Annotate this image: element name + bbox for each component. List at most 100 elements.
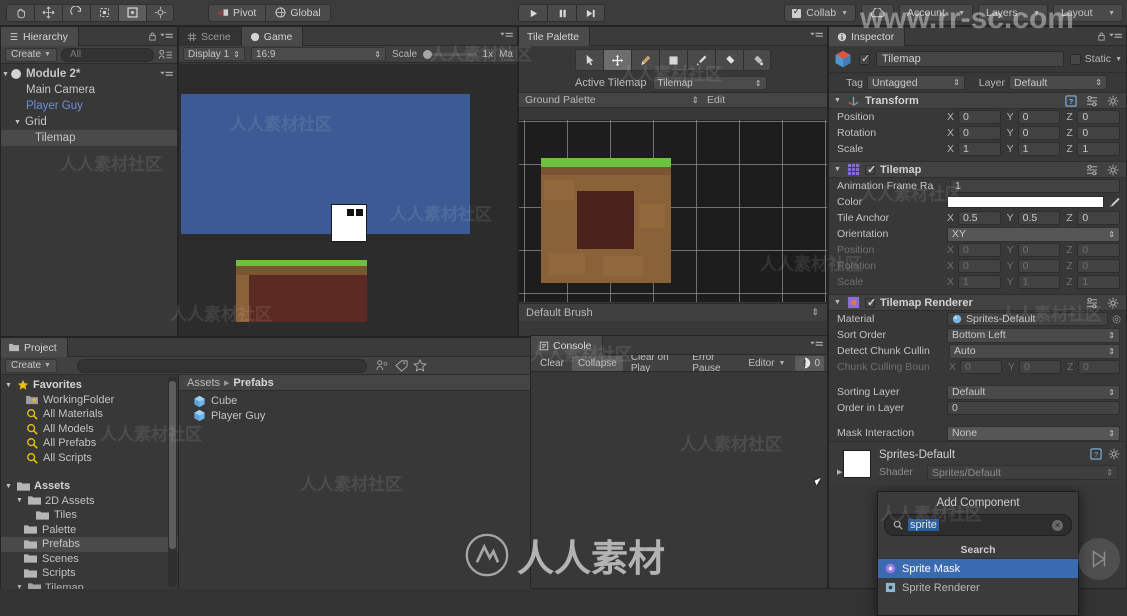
rotation-z-input[interactable]: 0 [1077,126,1121,140]
tile-anchor-y-input[interactable]: 0.5 [1017,211,1061,225]
tab-game[interactable]: Game [241,27,304,46]
menu-icon[interactable] [160,70,173,79]
star-filter-icon[interactable] [413,359,427,372]
menu-icon[interactable] [160,32,173,41]
add-component-result-sprite-mask[interactable]: Sprite Mask [878,559,1078,578]
scale-tool-icon[interactable] [90,3,118,22]
aspect-dropdown[interactable]: 16:9 ⇕ [251,47,386,61]
scale-z-input[interactable]: 1 [1077,142,1121,156]
pause-button-icon[interactable] [547,4,576,22]
console-error-pause-button[interactable]: Error Pause [686,352,740,374]
renderer-enabled-checkbox[interactable] [865,296,876,309]
preset-icon[interactable] [1086,95,1098,107]
sort-order-dropdown[interactable]: Bottom Left ⇕ [947,327,1120,343]
position-x-input[interactable]: 0 [958,110,1001,124]
project-tree-tiles[interactable]: Tiles [1,508,178,523]
chevron-right-icon[interactable]: ▶ [837,468,842,476]
chevron-down-icon[interactable] [15,584,24,589]
hierarchy-item-grid[interactable]: Grid [1,114,177,130]
hand-tool-icon[interactable] [6,3,34,22]
console-clear-on-play-button[interactable]: Clear on Play [625,352,684,374]
material-select-icon[interactable]: ◎ [1112,314,1121,325]
project-tree-all-models[interactable]: All Models [1,422,178,437]
static-toggle-group[interactable]: Static ▼ [1069,53,1122,65]
hierarchy-item-main-camera[interactable]: Main Camera [1,82,177,98]
component-header-tilemap[interactable]: Tilemap [829,161,1126,178]
preset-icon[interactable] [1086,164,1098,176]
console-error-filter-toggle[interactable]: 0 [795,355,824,371]
brush-dropdown[interactable]: Default Brush ⇕ [519,307,827,319]
preset-icon[interactable] [1086,297,1098,309]
clear-search-icon[interactable]: ✕ [1052,519,1063,531]
breadcrumb-prefabs[interactable]: Prefabs [233,377,273,389]
lock-icon[interactable] [148,31,157,42]
lock-icon[interactable] [1097,31,1106,42]
tab-inspector[interactable]: Inspector [829,27,906,46]
move-tool-icon[interactable] [34,3,62,22]
tab-tile-palette[interactable]: Tile Palette [519,27,591,46]
project-tree-assets[interactable]: Assets [1,479,178,494]
tag-dropdown[interactable]: Untagged ⇕ [867,75,965,90]
menu-icon[interactable] [810,340,823,349]
project-create-button[interactable]: Create ▼ [5,358,57,373]
console-log-area[interactable] [531,372,827,588]
detect-chunk-culling-dropdown[interactable]: Auto ⇕ [949,343,1120,359]
help-icon[interactable]: ? [1065,94,1077,107]
gear-icon[interactable] [1107,297,1119,309]
palette-dropdown-arrow-icon[interactable]: ⇕ [692,95,700,106]
add-component-search-input[interactable]: sprite ✕ [884,514,1072,536]
project-tree-prefabs[interactable]: Prefabs [1,537,178,552]
rect-tool-icon[interactable] [118,3,146,22]
mask-interaction-dropdown[interactable]: None ⇕ [947,425,1120,441]
chevron-down-icon[interactable] [4,483,13,490]
pivot-button[interactable]: Pivot [208,3,266,22]
chevron-down-icon[interactable] [13,119,22,126]
project-tree-scenes[interactable]: Scenes [1,552,178,567]
layer-dropdown[interactable]: Default ⇕ [1009,75,1107,90]
shader-dropdown[interactable]: Sprites/Default ⇕ [927,465,1118,480]
transform-tool-icon[interactable] [146,3,174,22]
position-z-input[interactable]: 0 [1077,110,1121,124]
move-tool-icon[interactable] [603,49,631,71]
game-render-canvas[interactable] [179,64,517,336]
gear-icon[interactable] [1108,448,1120,460]
help-icon[interactable]: ? [1090,448,1102,460]
project-tree-all-scripts[interactable]: All Scripts [1,451,178,466]
hierarchy-item-player-guy[interactable]: Player Guy [1,98,177,114]
chevron-down-icon[interactable]: ▼ [1115,56,1122,63]
maximize-label[interactable]: Ma [499,49,513,60]
chevron-down-icon[interactable] [833,299,842,306]
project-tree-favorites[interactable]: Favorites [1,378,178,393]
console-collapse-button[interactable]: Collapse [571,355,623,371]
account-button[interactable]: Account ▼ [899,4,973,22]
tab-project[interactable]: Project [1,338,68,357]
scale-y-input[interactable]: 1 [1017,142,1061,156]
gear-icon[interactable] [1107,164,1119,176]
color-swatch[interactable] [947,196,1104,208]
box-fill-tool-icon[interactable] [659,49,687,71]
tile-anchor-x-input[interactable]: 0.5 [958,211,1001,225]
eyedropper-icon[interactable] [1108,196,1121,209]
project-tree-scripts[interactable]: Scripts [1,566,178,581]
position-y-input[interactable]: 0 [1017,110,1061,124]
project-tree-scrollbar[interactable] [168,377,177,587]
tile-anchor-z-input[interactable]: 0 [1077,211,1121,225]
project-tree-tilemap[interactable]: Tilemap [1,581,178,589]
chevron-down-icon[interactable] [15,497,24,504]
chevron-down-icon[interactable] [833,97,842,104]
eraser-tool-icon[interactable] [715,49,743,71]
menu-icon[interactable] [1109,32,1122,41]
chevron-down-icon[interactable] [833,166,842,173]
palette-tile-block[interactable] [541,158,671,283]
palette-edit-button[interactable]: Edit [707,94,725,106]
global-button[interactable]: Global [265,3,331,22]
component-header-transform[interactable]: Transform ? [829,92,1126,109]
label-tag-icon[interactable] [395,359,409,372]
tab-console[interactable]: Console [531,336,603,355]
orientation-dropdown[interactable]: XY ⇕ [947,226,1120,242]
play-button-icon[interactable] [518,4,547,22]
menu-icon[interactable] [500,31,513,40]
step-button-icon[interactable] [576,4,605,22]
chevron-down-icon[interactable] [4,382,13,389]
scale-slider[interactable] [423,49,477,59]
